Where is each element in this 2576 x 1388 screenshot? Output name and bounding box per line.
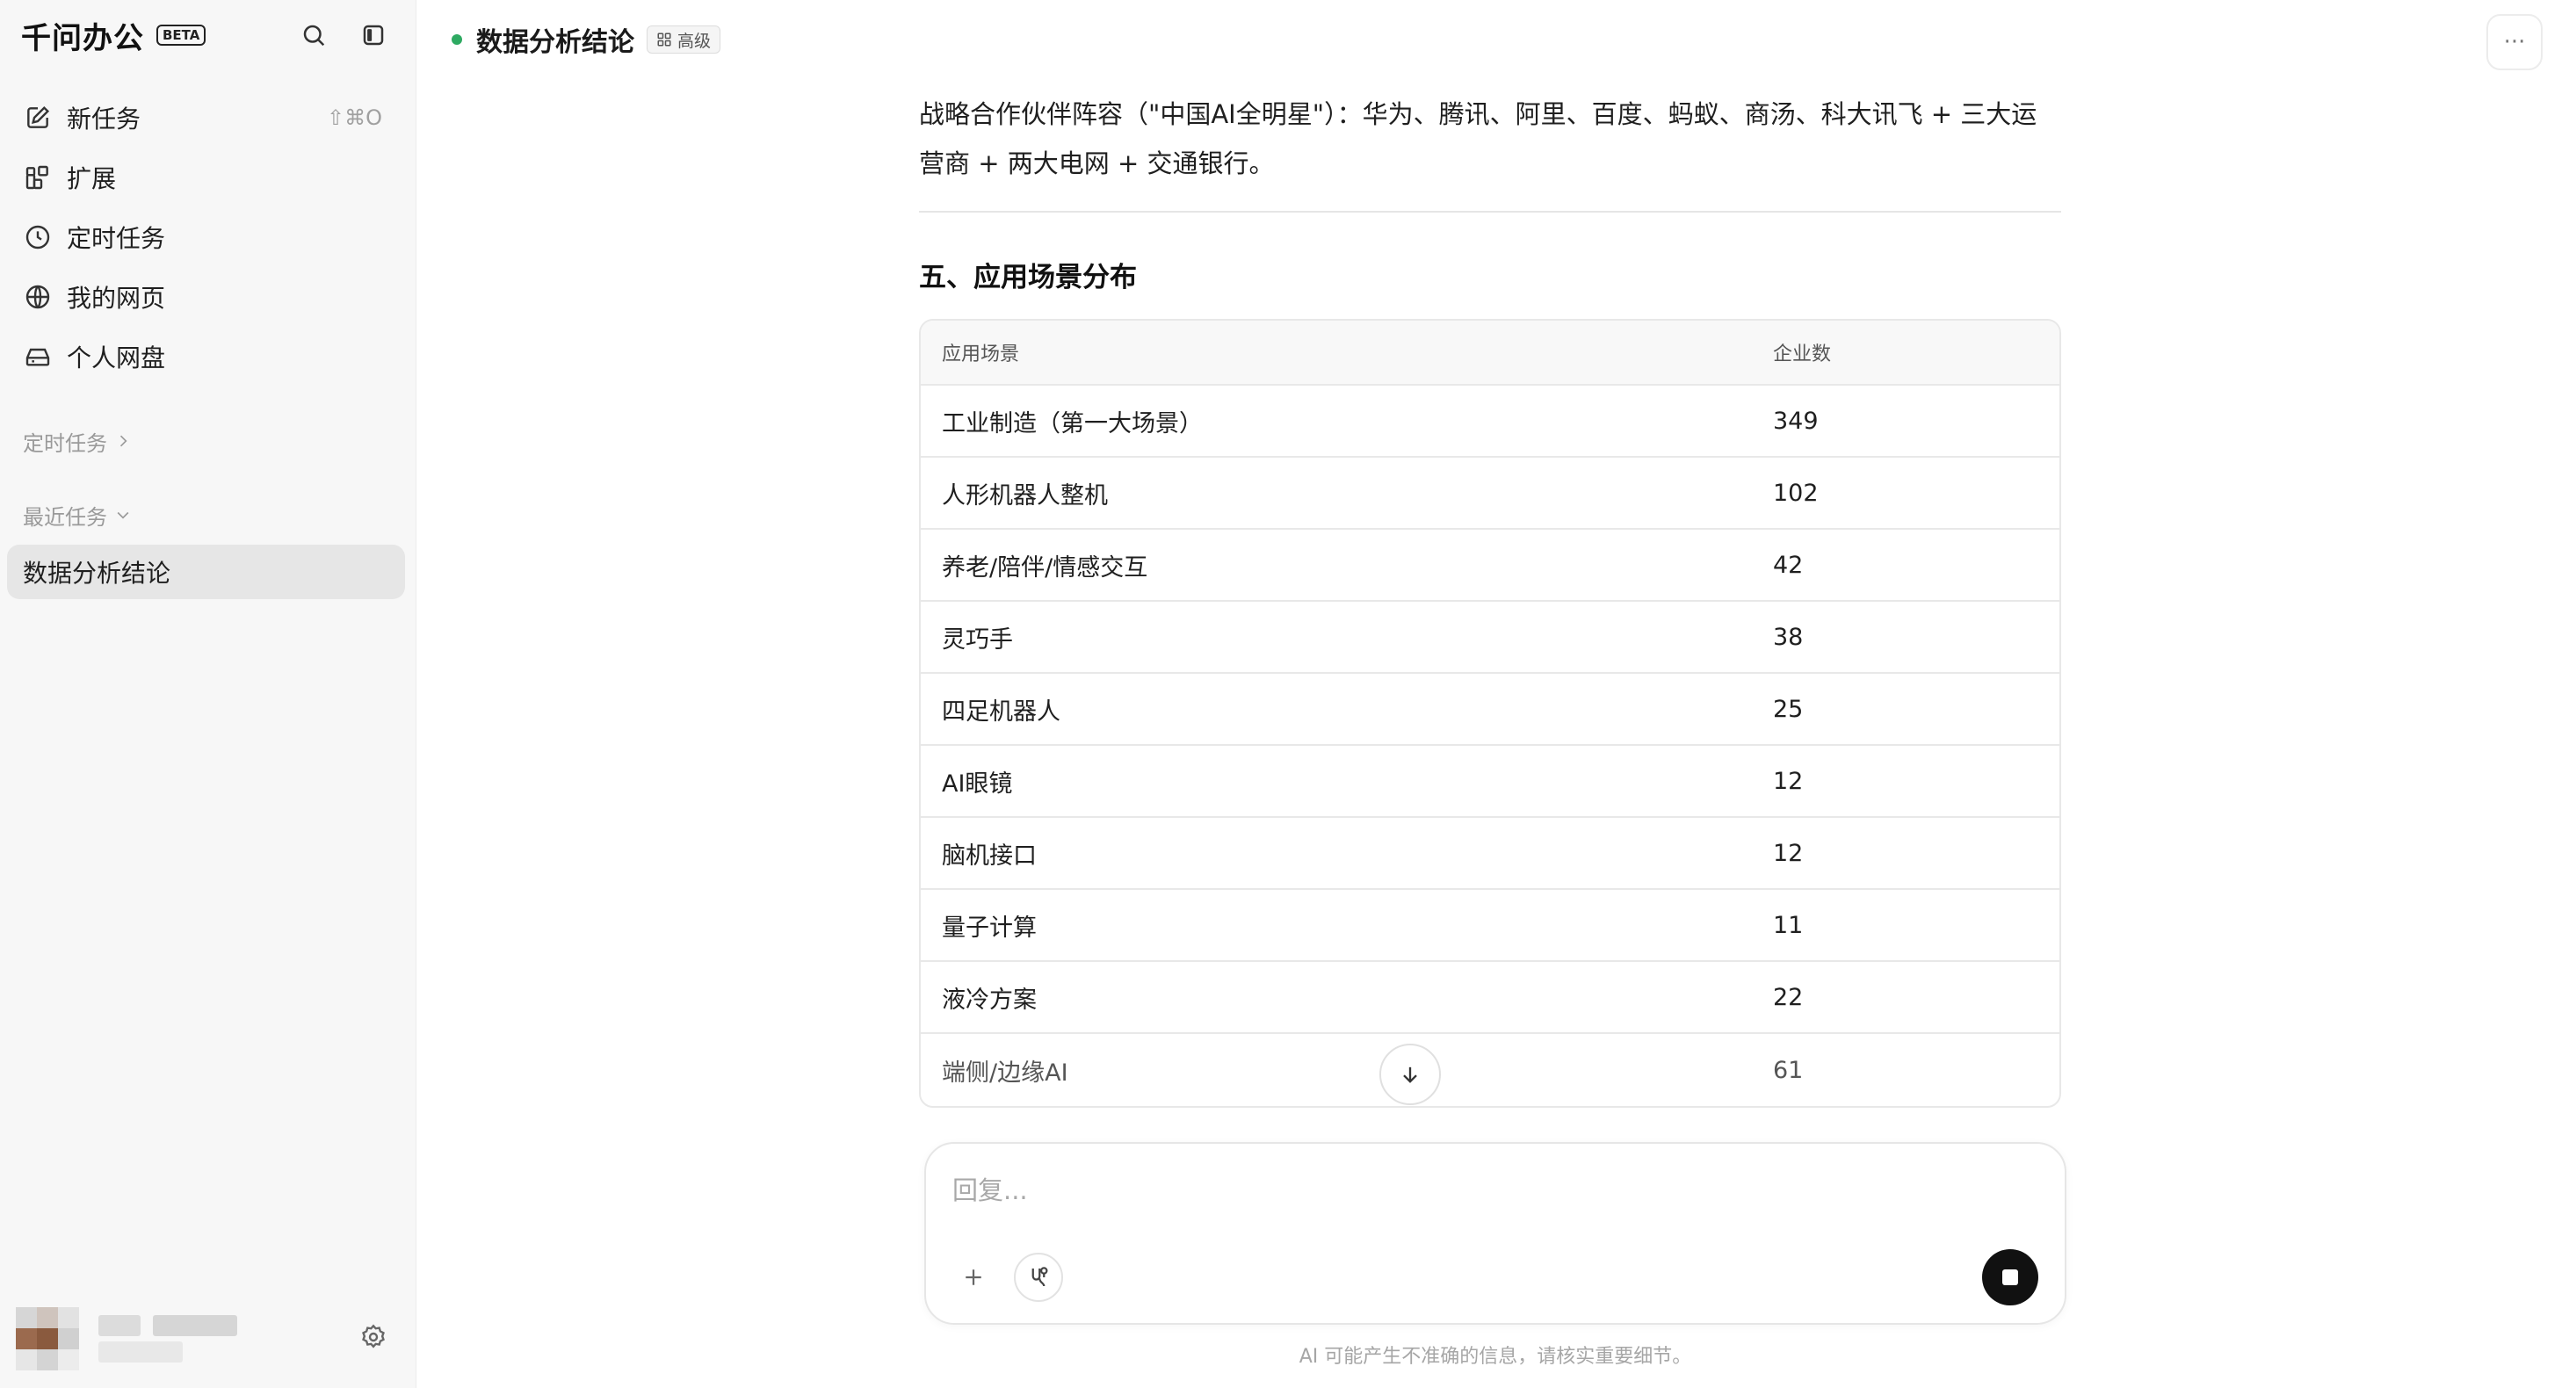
table-row: 养老/陪伴/情感交互 42: [921, 530, 2059, 602]
table-row: 工业制造（第一大场景） 349: [921, 386, 2059, 458]
table-cell-count: 22: [1773, 983, 1804, 1011]
table-row: 脑机接口 12: [921, 818, 2059, 890]
divider: [919, 211, 2061, 213]
sidebar-item-label: 扩展: [67, 164, 117, 193]
edit-icon: [23, 103, 53, 133]
mode-tag[interactable]: 高级: [647, 25, 721, 54]
chevron-right-icon: [119, 435, 127, 447]
table-cell-scenario: 人形机器人整机: [942, 481, 1108, 510]
table-row: AI眼镜 12: [921, 746, 2059, 818]
table-cell-count: 61: [1773, 1056, 1804, 1084]
reply-composer: [924, 1142, 2066, 1325]
sidebar-item-extensions[interactable]: 扩展: [7, 153, 409, 202]
beta-badge: BETA: [156, 25, 206, 46]
sidebar-toggle-icon[interactable]: [358, 19, 389, 51]
table-row: 液冷方案 22: [921, 962, 2059, 1034]
shortcut-hint: ⇧⌘O: [327, 105, 382, 130]
mode-tag-label: 高级: [677, 31, 712, 51]
table-cell-scenario: 端侧/边缘AI: [942, 1059, 1068, 1087]
sidebar-item-label: 个人网盘: [67, 343, 166, 372]
table-cell-scenario: 液冷方案: [942, 986, 1037, 1014]
sidebar-item-label: 我的网页: [67, 284, 166, 313]
sidebar-item-label: 新任务: [67, 105, 141, 134]
table-cell-scenario: 工业制造（第一大场景）: [942, 409, 1203, 437]
table-cell-scenario: 量子计算: [942, 914, 1037, 942]
scroll-to-bottom-button[interactable]: [1379, 1044, 1441, 1105]
table-row: 人形机器人整机 102: [921, 458, 2059, 530]
table-cell-count: 38: [1773, 623, 1804, 651]
chat-header: 数据分析结论 高级 ···: [416, 0, 2576, 79]
user-profile[interactable]: [16, 1305, 389, 1372]
column-header-count: 企业数: [1773, 343, 1832, 365]
sidebar-item-scheduled[interactable]: 定时任务: [7, 213, 409, 262]
table-cell-count: 102: [1773, 479, 1819, 507]
section-label: 最近任务: [23, 504, 107, 530]
section-heading: 五、应用场景分布: [919, 262, 1137, 293]
message-content: 战略合作伙伴阵容（"中国AI全明星"）：华为、腾讯、阿里、百度、蚂蚁、商汤、科大…: [919, 79, 2061, 1108]
section-recent-tasks[interactable]: 最近任务: [0, 497, 416, 532]
sidebar-item-drive[interactable]: 个人网盘: [7, 332, 409, 381]
sidebar-item-my-pages[interactable]: 我的网页: [7, 272, 409, 322]
grid-icon: [657, 33, 671, 47]
status-dot: [452, 34, 462, 45]
table-cell-count: 11: [1773, 911, 1804, 939]
recent-task-item[interactable]: 数据分析结论: [7, 545, 405, 599]
paragraph-partners: 战略合作伙伴阵容（"中国AI全明星"）：华为、腾讯、阿里、百度、蚂蚁、商汤、科大…: [919, 99, 2037, 178]
table-row: 四足机器人 25: [921, 674, 2059, 746]
table-row: 量子计算 11: [921, 890, 2059, 962]
table-cell-count: 25: [1773, 695, 1804, 723]
avatar: [16, 1307, 79, 1370]
sidebar-header-actions: [298, 19, 389, 51]
sidebar-header: 千问办公 BETA: [0, 0, 416, 70]
table-cell-count: 12: [1773, 839, 1804, 867]
table-cell-scenario: 脑机接口: [942, 842, 1037, 870]
column-header-scenario: 应用场景: [942, 343, 1020, 365]
user-name-blurred: [98, 1315, 237, 1363]
ai-disclaimer: AI 可能产生不准确的信息，请核实重要细节。: [1299, 1346, 1692, 1368]
arrow-down-icon: [1403, 1066, 1417, 1083]
sidebar-nav: 新任务 ⇧⌘O 扩展 定时任务 我的网页 个人网盘: [0, 93, 416, 381]
section-label: 定时任务: [23, 430, 107, 456]
table-row: 端侧/边缘AI 61: [921, 1034, 2059, 1106]
sidebar-item-label: 定时任务: [67, 224, 166, 253]
chevron-down-icon: [117, 511, 129, 519]
globe-icon: [23, 282, 53, 312]
app-logo: 千问办公: [21, 20, 144, 56]
table-cell-scenario: 四足机器人: [942, 698, 1060, 726]
search-icon[interactable]: [298, 19, 329, 51]
section-scheduled-tasks[interactable]: 定时任务: [0, 423, 416, 459]
sidebar-item-new-task[interactable]: 新任务 ⇧⌘O: [7, 93, 409, 142]
main-panel: 数据分析结论 高级 ··· 战略合作伙伴阵容（"中国AI全明星"）：华为、腾讯、…: [416, 0, 2576, 1388]
table-cell-count: 12: [1773, 767, 1804, 795]
table-cell-count: 42: [1773, 551, 1804, 579]
table-header: 应用场景 企业数: [921, 321, 2059, 386]
plus-icon[interactable]: [956, 1260, 991, 1295]
table-row: 灵巧手 38: [921, 602, 2059, 674]
drive-icon: [23, 342, 53, 372]
clock-icon: [23, 222, 53, 252]
gear-icon[interactable]: [359, 1323, 389, 1353]
table-cell-count: 349: [1773, 407, 1819, 435]
scenario-table: 应用场景 企业数 工业制造（第一大场景） 349 人形机器人整机 102 养老/…: [919, 319, 2061, 1108]
extensions-icon: [23, 163, 53, 192]
table-cell-scenario: 灵巧手: [942, 625, 1013, 654]
reply-input[interactable]: [952, 1168, 1919, 1212]
chat-title: 数据分析结论: [476, 27, 634, 58]
recent-task-label: 数据分析结论: [23, 559, 171, 588]
app: 千问办公 BETA 新任务 ⇧⌘O 扩展 定时任务 我的网页 个人网盘 定时任务…: [0, 0, 2576, 1388]
table-cell-scenario: 养老/陪伴/情感交互: [942, 553, 1148, 582]
sidebar: 千问办公 BETA 新任务 ⇧⌘O 扩展 定时任务 我的网页 个人网盘 定时任务…: [0, 0, 416, 1388]
tools-icon[interactable]: [1014, 1253, 1063, 1302]
stop-icon: [2002, 1269, 2018, 1285]
table-cell-scenario: AI眼镜: [942, 770, 1013, 798]
stop-generation-button[interactable]: [1982, 1249, 2038, 1305]
more-options-button[interactable]: ···: [2486, 14, 2543, 70]
